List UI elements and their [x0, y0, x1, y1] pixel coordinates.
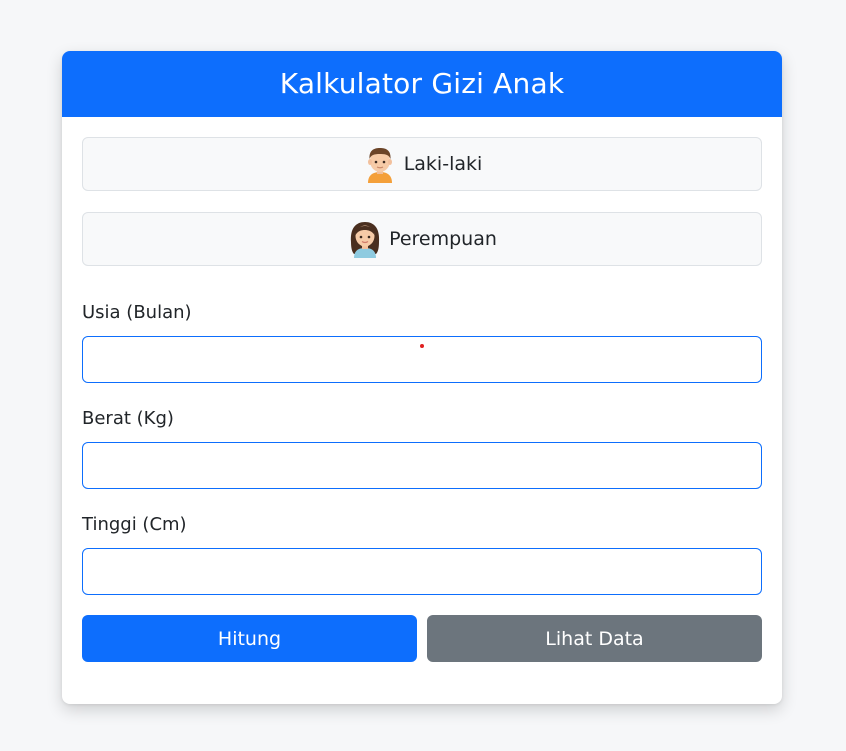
gender-female-label: Perempuan: [389, 228, 497, 250]
card-body: Laki-laki Perempuan Usia (Bulan) Berat (…: [62, 117, 782, 662]
page-title: Kalkulator Gizi Anak: [279, 67, 565, 100]
action-row: Hitung Lihat Data: [82, 615, 762, 662]
gender-male-label: Laki-laki: [403, 153, 483, 175]
view-data-button[interactable]: Lihat Data: [427, 615, 762, 662]
age-label: Usia (Bulan): [82, 302, 192, 323]
mouse-cursor-indicator: [420, 344, 424, 348]
height-input[interactable]: [82, 548, 762, 595]
weight-label: Berat (Kg): [82, 408, 174, 429]
gender-female-button[interactable]: Perempuan: [82, 212, 762, 266]
weight-input[interactable]: [82, 442, 762, 489]
calculator-card: Kalkulator Gizi Anak Laki-laki Perempuan…: [62, 51, 782, 704]
boy-emoji-icon: [362, 145, 398, 183]
height-label: Tinggi (Cm): [82, 514, 187, 535]
girl-emoji-icon: [347, 220, 383, 258]
card-header: Kalkulator Gizi Anak: [62, 51, 782, 117]
gender-male-button[interactable]: Laki-laki: [82, 137, 762, 191]
calculate-button[interactable]: Hitung: [82, 615, 417, 662]
